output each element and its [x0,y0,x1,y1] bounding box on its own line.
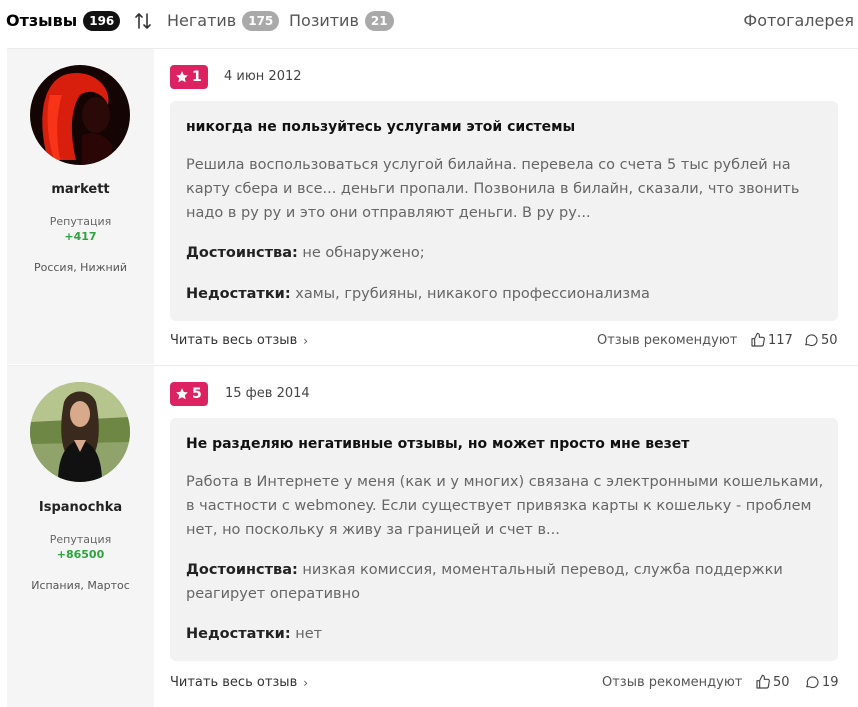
author-panel: markett Репутация +417 Россия, Нижний [7,49,154,364]
chevron-right-icon: › [303,333,309,348]
tab-reviews-count: 196 [83,11,121,31]
review-body: никогда не пользуйтесь услугами этой сис… [170,101,838,321]
review-pros: Достоинства: низкая комиссия, моментальн… [186,558,826,606]
cons-label: Недостатки: [186,286,291,302]
tab-negative[interactable]: Негатив 175 [167,10,280,32]
rating-badge: 5 [170,382,208,406]
rating-value: 1 [192,69,202,85]
author-location: Испания, Мартос [31,579,130,592]
like-button[interactable]: 50 [755,674,790,690]
chevron-right-icon: › [303,675,309,690]
tab-negative-count: 175 [242,11,280,31]
review-title[interactable]: никогда не пользуйтесь услугами этой сис… [186,119,575,135]
review-tabs: Отзывы 196 Негатив 175 Позитив 21 Фотога… [0,0,858,44]
review-cons: Недостатки: нет [186,622,826,646]
review-cons: Недостатки: хамы, грубияны, никакого про… [186,282,826,306]
read-more-link[interactable]: Читать весь отзыв › [170,675,308,690]
star-icon [176,388,188,400]
reputation-value: +86500 [56,548,105,561]
rating-badge: 1 [170,65,208,89]
comments-button[interactable]: 50 [803,332,838,348]
review-excerpt: Решила воспользоваться услугой билайна. … [186,157,800,221]
author-name[interactable]: markett [7,182,154,197]
tab-positive[interactable]: Позитив 21 [289,10,394,32]
review-excerpt: Работа в Интернете у меня (как и у многи… [186,474,824,538]
thumbs-up-icon [756,674,770,689]
thumbs-up-icon [751,332,765,347]
review-card: Ispanochka Репутация +86500 Испания, Мар… [7,365,858,707]
pros-label: Достоинства: [186,245,298,261]
tab-reviews[interactable]: Отзывы 196 [6,10,121,32]
read-more-label: Читать весь отзыв [170,675,298,690]
comment-icon [806,676,819,689]
comments-button[interactable]: 19 [804,674,839,690]
star-icon [176,71,188,83]
review-card: markett Репутация +417 Россия, Нижний 1 … [7,48,858,364]
like-count: 117 [768,332,793,348]
avatar[interactable] [30,65,130,165]
tab-positive-label: Позитив [289,11,359,30]
comment-icon [805,334,818,347]
author-name[interactable]: Ispanochka [7,500,154,515]
avatar[interactable] [30,382,130,482]
review-body: Не разделяю негативные отзывы, но может … [170,418,838,661]
reputation-label: Репутация [49,215,112,228]
review-date: 4 июн 2012 [224,69,302,84]
read-more-label: Читать весь отзыв [170,333,298,348]
recommend-label: Отзыв рекомендуют [597,333,738,348]
reputation-value: +417 [64,230,97,243]
read-more-link[interactable]: Читать весь отзыв › [170,333,308,348]
pros-label: Достоинства: [186,562,298,578]
recommend-label: Отзыв рекомендуют [602,675,743,690]
tab-gallery[interactable]: Фотогалерея [743,10,854,32]
cons-text: нет [295,626,323,642]
author-location: Россия, Нижний [33,261,128,274]
tab-positive-count: 21 [364,11,394,31]
rating-value: 5 [192,386,202,402]
review-date: 15 фев 2014 [225,386,310,401]
review-title[interactable]: Не разделяю негативные отзывы, но может … [186,436,689,452]
review-pros: Достоинства: не обнаружено; [186,241,826,265]
tab-reviews-label: Отзывы [6,11,78,30]
like-button[interactable]: 117 [750,332,793,348]
like-count: 50 [773,674,790,690]
comment-count: 19 [822,674,839,690]
sort-icon[interactable] [133,11,153,31]
cons-label: Недостатки: [186,626,291,642]
reputation-label: Репутация [49,533,112,546]
author-panel: Ispanochka Репутация +86500 Испания, Мар… [7,366,154,707]
tab-negative-label: Негатив [167,11,237,30]
comment-count: 50 [821,332,838,348]
pros-text: не обнаружено; [302,245,425,261]
cons-text: хамы, грубияны, никакого профессионализм… [295,286,650,302]
